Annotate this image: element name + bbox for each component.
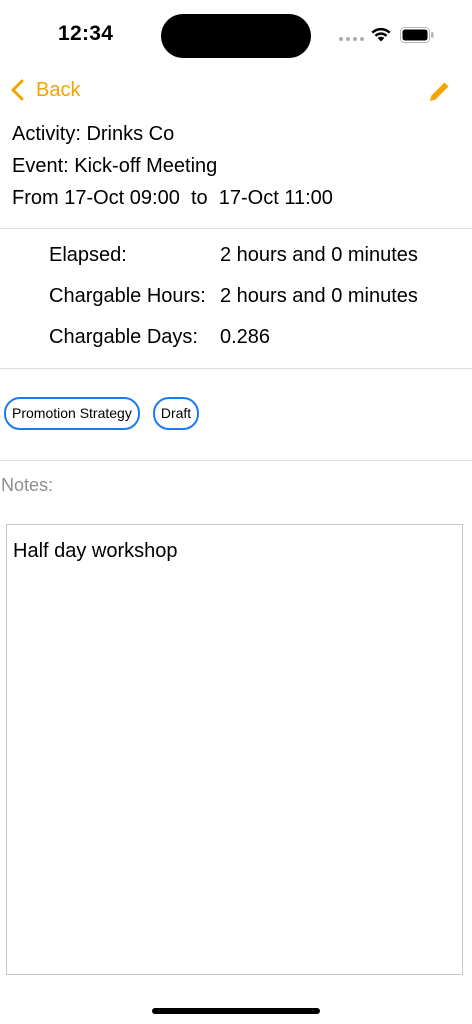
back-button-label: Back [36,78,81,101]
stat-row-chargable-hours: Chargable Hours: 2 hours and 0 minutes [49,276,418,317]
battery-icon [400,27,434,43]
stat-label: Chargable Days: [49,326,198,348]
divider [0,228,472,229]
time-stats: Elapsed: 2 hours and 0 minutes Chargable… [49,235,418,358]
signal-dots-icon [339,37,364,41]
chevron-left-icon [11,79,24,101]
notes-label: Notes: [1,475,54,495]
status-bar: 12:34 [0,0,472,70]
navigation-bar: Back [0,70,472,114]
time-range: From 17-Oct 09:00 to 17-Oct 11:00 [12,187,333,209]
activity-info: Activity: Drinks Co Event: Kick-off Meet… [12,118,333,214]
home-indicator[interactable] [152,1008,320,1014]
pencil-icon[interactable] [425,78,453,106]
stat-value: 2 hours and 0 minutes [220,244,418,266]
status-time: 12:34 [58,22,114,45]
tag-draft[interactable]: Draft [152,397,200,430]
stat-value: 0.286 [220,326,271,348]
tag-list: Promotion Strategy Draft [4,397,200,430]
stat-label: Elapsed: [49,244,127,266]
event-name: Event: Kick-off Meeting [12,155,218,177]
dynamic-island [161,14,311,58]
stat-value: 2 hours and 0 minutes [220,285,418,307]
notes-text-area[interactable]: Half day workshop [6,524,463,975]
divider [0,368,472,369]
stat-row-chargable-days: Chargable Days: 0.286 [49,317,418,358]
stat-row-elapsed: Elapsed: 2 hours and 0 minutes [49,235,418,276]
back-button[interactable]: Back [10,78,80,102]
stat-label: Chargable Hours: [49,285,206,307]
wifi-icon [371,27,391,42]
tag-promotion-strategy[interactable]: Promotion Strategy [4,397,140,430]
divider [0,460,472,461]
activity-name: Activity: Drinks Co [12,123,175,145]
